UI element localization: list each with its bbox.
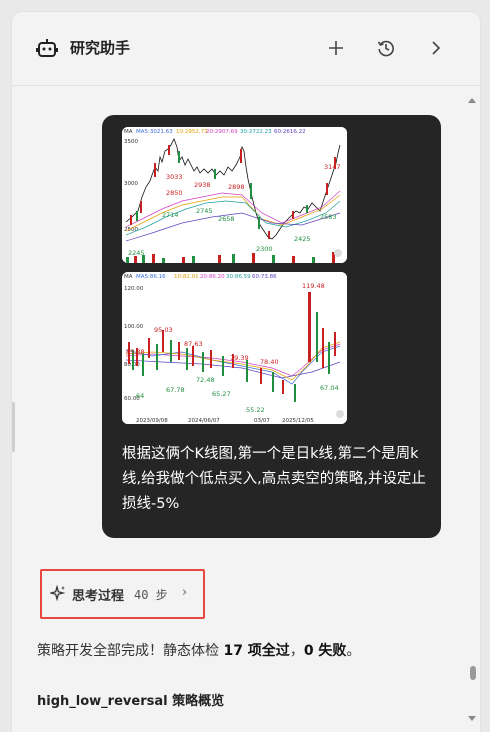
annotation-label: 3147 (324, 163, 341, 171)
legend-ma: MA (124, 129, 133, 135)
x-tick-label: 03/07 (254, 418, 270, 424)
annotation-label: 2714 (162, 211, 179, 219)
history-icon (377, 40, 394, 57)
thinking-label: 思考过程 (72, 589, 125, 604)
assistant-panel: 研究助手 MA MA5:3021.63 10:2952.73 20:2907.6… (12, 12, 480, 732)
legend-ma20: 20:2907.69 (206, 129, 238, 135)
panel-header: 研究助手 (12, 12, 480, 86)
legend-ma10: 10:82.01 (174, 274, 199, 280)
new-chat-button[interactable] (323, 35, 349, 61)
thinking-step-count: 40 步 (134, 588, 168, 602)
user-message-bubble: MA MA5:3021.63 10:2952.73 20:2907.69 30:… (102, 115, 441, 538)
annotation-label: 2898 (228, 183, 245, 191)
annotation-label: 2583 (320, 213, 337, 221)
legend-ma60: 60:2616.22 (274, 129, 306, 135)
thinking-process-toggle[interactable]: 思考过程 40 步 › (40, 569, 205, 619)
legend-ma5: MA5:3021.63 (136, 129, 173, 135)
y-tick-3000: 3000 (124, 181, 138, 187)
annotation-label: 119.48 (302, 282, 325, 290)
result-summary: 策略开发全部完成！静态体检 17 项全过，0 失败。 (37, 640, 360, 660)
strategy-overview-heading: high_low_reversal 策略概览 (37, 694, 225, 709)
annotation-label: 95.03 (154, 326, 173, 334)
y-tick-2500: 2500 (124, 227, 138, 233)
annotation-label: 2850 (166, 189, 183, 197)
annotation-label: 2245 (128, 249, 145, 257)
annotation-label: 87.63 (184, 340, 203, 348)
x-tick-label: 2023/09/08 (136, 418, 168, 424)
history-button[interactable] (373, 35, 399, 61)
annotation-label: 2300 (256, 245, 273, 253)
summary-pass-count: 17 项全过 (223, 643, 290, 659)
summary-fail-count: 0 失败 (303, 643, 347, 659)
summary-text: 策略开发全部完成！静态体检 (37, 643, 224, 659)
legend-ma20: 20:86.20 (200, 274, 225, 280)
legend-ma10: 10:2952.73 (176, 129, 208, 135)
weekly-kline-chart: MA MA5:86.16 10:82.01 20:86.20 30:86.59 … (122, 272, 347, 424)
legend-ma: MA (124, 274, 133, 280)
annotation-label: 85.38 (126, 348, 145, 356)
x-tick-label: 2025/12/05 (282, 418, 314, 424)
scrollbar-thumb[interactable] (470, 666, 476, 680)
chevron-right-icon: › (182, 585, 188, 600)
chart-scroll-dot (336, 410, 344, 418)
legend-ma60: 60:73.86 (252, 274, 277, 280)
daily-kline-chart-image[interactable]: MA MA5:3021.63 10:2952.73 20:2907.69 30:… (122, 127, 347, 263)
annotation-label: 65.27 (212, 390, 231, 398)
annotation-label: 2938 (194, 181, 211, 189)
robot-icon (36, 39, 58, 57)
legend-ma30: 30:86.59 (226, 274, 251, 280)
y-tick-100: 100.00 (124, 324, 144, 330)
annotation-label: 72.48 (196, 376, 215, 384)
summary-separator: ， (289, 643, 304, 659)
legend-ma30: 30:2722.23 (240, 129, 272, 135)
daily-kline-chart: MA MA5:3021.63 10:2952.73 20:2907.69 30:… (122, 127, 347, 263)
annotation-label: 55.22 (246, 406, 265, 414)
annotation-label: 78.40 (260, 358, 279, 366)
scroll-down-arrow[interactable] (468, 716, 476, 721)
annotation-label: 67.78 (166, 386, 185, 394)
sparkle-icon (50, 585, 66, 601)
annotation-label: 64 (136, 392, 144, 400)
weekly-kline-chart-image[interactable]: MA MA5:86.16 10:82.01 20:86.20 30:86.59 … (122, 272, 347, 424)
annotation-label: 2425 (294, 235, 311, 243)
panel-title: 研究助手 (70, 39, 131, 57)
annotation-label: 79.39 (230, 354, 249, 362)
scroll-up-arrow[interactable] (468, 98, 476, 103)
annotation-label: 3033 (166, 173, 183, 181)
expand-button[interactable] (423, 35, 449, 61)
chart-scroll-dot (334, 249, 342, 257)
plus-icon (329, 41, 343, 55)
annotation-label: 2658 (218, 215, 235, 223)
y-tick-3500: 3500 (124, 139, 138, 145)
user-message-text: 根据这俩个K线图,第一个是日k线,第二个是周k线,给我做个低点买入,高点卖空的策… (122, 446, 426, 512)
annotation-label: 67.04 (320, 384, 339, 392)
chevron-right-icon (432, 41, 441, 55)
annotation-label: 2745 (196, 207, 213, 215)
x-tick-label: 2024/06/07 (188, 418, 220, 424)
summary-end: 。 (346, 643, 361, 659)
resize-handle[interactable] (12, 402, 15, 452)
legend-ma5: MA5:86.16 (136, 274, 166, 280)
y-tick-120: 120.00 (124, 286, 144, 292)
